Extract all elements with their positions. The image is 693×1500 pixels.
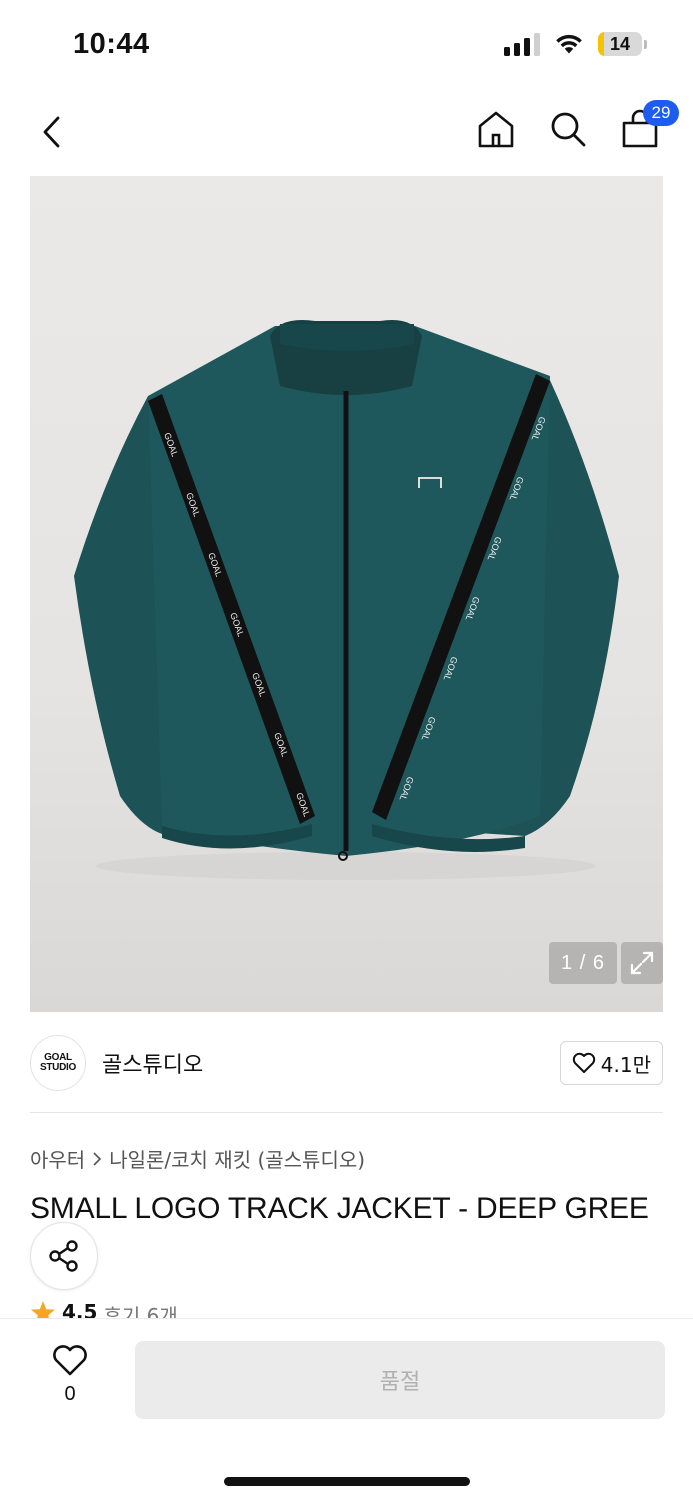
brand-like-count: 4.1만 [600, 1052, 651, 1077]
home-icon [478, 111, 514, 148]
wishlist-button[interactable]: 0 [46, 1345, 94, 1406]
brand-row: GOAL STUDIO 골스튜디오 4.1만 [30, 1034, 663, 1092]
brand-logo-text-2: STUDIO [40, 1062, 76, 1073]
share-button[interactable] [30, 1222, 98, 1290]
status-icons: 14 [504, 32, 647, 56]
expand-icon [630, 951, 654, 975]
home-button[interactable] [473, 106, 519, 152]
nav-bar: 29 [0, 92, 693, 176]
wifi-icon [556, 34, 582, 54]
status-bar: 10:44 14 [0, 0, 693, 92]
battery-level: 14 [609, 33, 631, 54]
chevron-right-icon [93, 1151, 102, 1166]
product-image[interactable]: GOAL GOAL GOAL GOAL GOAL GOAL GOAL GOAL … [30, 176, 663, 1012]
battery-indicator: 14 [598, 32, 647, 56]
review-count: 후기 6개 [103, 1304, 178, 1320]
jacket-image: GOAL GOAL GOAL GOAL GOAL GOAL GOAL GOAL … [74, 320, 619, 880]
expand-button[interactable] [621, 942, 663, 984]
signal-icon [504, 32, 540, 56]
breadcrumb-category[interactable]: 아우터 [30, 1144, 85, 1173]
image-counter: 1 / 6 [549, 942, 617, 984]
breadcrumb-subcategory[interactable]: 나일론/코치 재킷 (골스튜디오) [109, 1144, 365, 1173]
rating-row[interactable]: 4.5 후기 6개 [30, 1300, 178, 1320]
wishlist-count: 0 [64, 1383, 76, 1405]
soldout-button[interactable]: 품절 [135, 1341, 665, 1419]
heart-icon [53, 1345, 87, 1376]
product-title: SMALL LOGO TRACK JACKET - DEEP GREE [30, 1192, 649, 1225]
nav-actions: 29 [473, 100, 679, 152]
breadcrumb: 아우터 나일론/코치 재킷 (골스튜디오) [30, 1144, 365, 1173]
back-button[interactable] [30, 110, 74, 154]
rating-score: 4.5 [62, 1300, 98, 1320]
brand-name[interactable]: 골스튜디오 [102, 1047, 203, 1079]
brand-like-button[interactable]: 4.1만 [559, 1041, 663, 1085]
home-indicator [224, 1477, 470, 1486]
cart-button[interactable]: 29 [617, 100, 679, 152]
divider [30, 1112, 663, 1113]
cart-count-badge: 29 [643, 100, 679, 126]
product-page: 10:44 14 29 GOAL GOAL GOAL GOAL GOAL GOA… [0, 0, 693, 1500]
battery-fill [598, 32, 605, 56]
bottom-action-bar: 0 품절 [0, 1318, 693, 1500]
star-icon [31, 1301, 55, 1320]
heart-icon [572, 1052, 595, 1073]
search-button[interactable] [545, 106, 591, 152]
brand-logo[interactable]: GOAL STUDIO [30, 1035, 86, 1091]
status-time: 10:44 [73, 28, 150, 60]
search-icon [551, 112, 586, 147]
share-icon [49, 1240, 78, 1272]
chevron-left-icon [43, 116, 60, 148]
